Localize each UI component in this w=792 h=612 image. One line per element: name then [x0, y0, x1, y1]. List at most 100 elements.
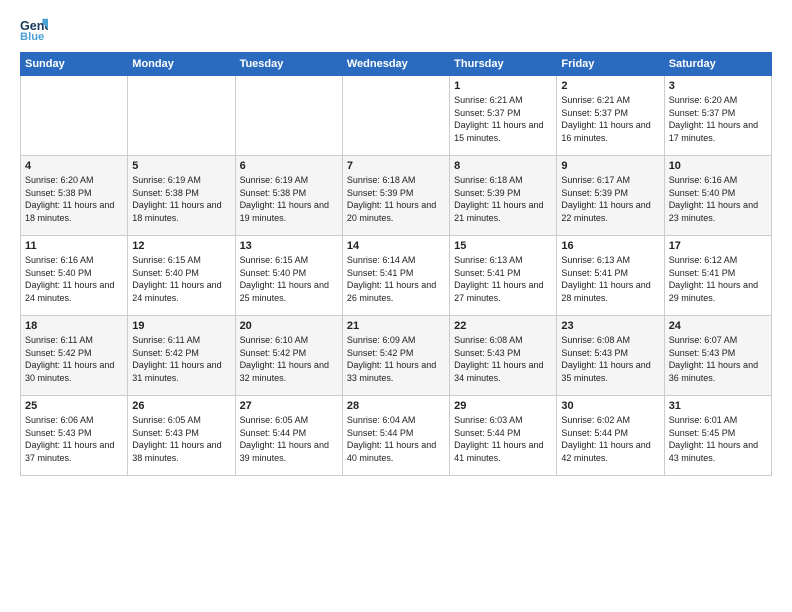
- day-cell: 28 Sunrise: 6:04 AM Sunset: 5:44 PM Dayli…: [342, 396, 449, 476]
- day-cell: 22 Sunrise: 6:08 AM Sunset: 5:43 PM Dayli…: [450, 316, 557, 396]
- header-cell-sunday: Sunday: [21, 53, 128, 76]
- header-cell-friday: Friday: [557, 53, 664, 76]
- day-cell: 15 Sunrise: 6:13 AM Sunset: 5:41 PM Dayli…: [450, 236, 557, 316]
- day-cell: 19 Sunrise: 6:11 AM Sunset: 5:42 PM Dayli…: [128, 316, 235, 396]
- day-cell: 5 Sunrise: 6:19 AM Sunset: 5:38 PM Daylig…: [128, 156, 235, 236]
- day-cell: [235, 76, 342, 156]
- day-cell: 6 Sunrise: 6:19 AM Sunset: 5:38 PM Daylig…: [235, 156, 342, 236]
- day-info: Sunrise: 6:13 AM Sunset: 5:41 PM Dayligh…: [454, 254, 552, 304]
- day-info: Sunrise: 6:08 AM Sunset: 5:43 PM Dayligh…: [561, 334, 659, 384]
- day-number: 23: [561, 320, 659, 332]
- day-info: Sunrise: 6:15 AM Sunset: 5:40 PM Dayligh…: [240, 254, 338, 304]
- day-number: 24: [669, 320, 767, 332]
- day-info: Sunrise: 6:21 AM Sunset: 5:37 PM Dayligh…: [561, 94, 659, 144]
- day-number: 16: [561, 240, 659, 252]
- day-cell: 4 Sunrise: 6:20 AM Sunset: 5:38 PM Daylig…: [21, 156, 128, 236]
- day-cell: 24 Sunrise: 6:07 AM Sunset: 5:43 PM Dayli…: [664, 316, 771, 396]
- day-cell: [128, 76, 235, 156]
- day-number: 1: [454, 80, 552, 92]
- day-info: Sunrise: 6:20 AM Sunset: 5:37 PM Dayligh…: [669, 94, 767, 144]
- day-info: Sunrise: 6:18 AM Sunset: 5:39 PM Dayligh…: [347, 174, 445, 224]
- day-number: 12: [132, 240, 230, 252]
- day-info: Sunrise: 6:16 AM Sunset: 5:40 PM Dayligh…: [669, 174, 767, 224]
- day-info: Sunrise: 6:07 AM Sunset: 5:43 PM Dayligh…: [669, 334, 767, 384]
- day-number: 5: [132, 160, 230, 172]
- day-info: Sunrise: 6:06 AM Sunset: 5:43 PM Dayligh…: [25, 414, 123, 464]
- day-cell: 30Sunrise: 6:02 AM Sunset: 5:44 PM Dayli…: [557, 396, 664, 476]
- day-number: 9: [561, 160, 659, 172]
- header-row: SundayMondayTuesdayWednesdayThursdayFrid…: [21, 53, 772, 76]
- header: General Blue: [20, 16, 772, 44]
- day-cell: 13Sunrise: 6:15 AM Sunset: 5:40 PM Dayli…: [235, 236, 342, 316]
- header-cell-tuesday: Tuesday: [235, 53, 342, 76]
- day-cell: 12 Sunrise: 6:15 AM Sunset: 5:40 PM Dayli…: [128, 236, 235, 316]
- day-info: Sunrise: 6:18 AM Sunset: 5:39 PM Dayligh…: [454, 174, 552, 224]
- day-number: 27: [240, 400, 338, 412]
- day-info: Sunrise: 6:05 AM Sunset: 5:44 PM Dayligh…: [240, 414, 338, 464]
- day-cell: 16Sunrise: 6:13 AM Sunset: 5:41 PM Dayli…: [557, 236, 664, 316]
- day-cell: 31 Sunrise: 6:01 AM Sunset: 5:45 PM Dayli…: [664, 396, 771, 476]
- day-number: 28: [347, 400, 445, 412]
- week-row-2: 11 Sunrise: 6:16 AM Sunset: 5:40 PM Dayli…: [21, 236, 772, 316]
- day-cell: 20Sunrise: 6:10 AM Sunset: 5:42 PM Dayli…: [235, 316, 342, 396]
- day-cell: 7 Sunrise: 6:18 AM Sunset: 5:39 PM Daylig…: [342, 156, 449, 236]
- day-cell: 29Sunrise: 6:03 AM Sunset: 5:44 PM Dayli…: [450, 396, 557, 476]
- day-number: 10: [669, 160, 767, 172]
- day-cell: 2Sunrise: 6:21 AM Sunset: 5:37 PM Daylig…: [557, 76, 664, 156]
- week-row-1: 4 Sunrise: 6:20 AM Sunset: 5:38 PM Daylig…: [21, 156, 772, 236]
- day-cell: 27 Sunrise: 6:05 AM Sunset: 5:44 PM Dayli…: [235, 396, 342, 476]
- day-number: 11: [25, 240, 123, 252]
- calendar-table: SundayMondayTuesdayWednesdayThursdayFrid…: [20, 52, 772, 476]
- day-cell: 1 Sunrise: 6:21 AM Sunset: 5:37 PM Daylig…: [450, 76, 557, 156]
- day-info: Sunrise: 6:08 AM Sunset: 5:43 PM Dayligh…: [454, 334, 552, 384]
- day-number: 4: [25, 160, 123, 172]
- week-row-4: 25Sunrise: 6:06 AM Sunset: 5:43 PM Dayli…: [21, 396, 772, 476]
- day-cell: 21 Sunrise: 6:09 AM Sunset: 5:42 PM Dayli…: [342, 316, 449, 396]
- day-number: 29: [454, 400, 552, 412]
- day-info: Sunrise: 6:04 AM Sunset: 5:44 PM Dayligh…: [347, 414, 445, 464]
- day-number: 21: [347, 320, 445, 332]
- day-number: 8: [454, 160, 552, 172]
- day-cell: 10 Sunrise: 6:16 AM Sunset: 5:40 PM Dayli…: [664, 156, 771, 236]
- day-number: 22: [454, 320, 552, 332]
- day-number: 7: [347, 160, 445, 172]
- header-cell-saturday: Saturday: [664, 53, 771, 76]
- day-cell: 8 Sunrise: 6:18 AM Sunset: 5:39 PM Daylig…: [450, 156, 557, 236]
- logo-icon: General Blue: [20, 16, 48, 44]
- day-info: Sunrise: 6:12 AM Sunset: 5:41 PM Dayligh…: [669, 254, 767, 304]
- day-number: 19: [132, 320, 230, 332]
- day-info: Sunrise: 6:01 AM Sunset: 5:45 PM Dayligh…: [669, 414, 767, 464]
- day-cell: 11 Sunrise: 6:16 AM Sunset: 5:40 PM Dayli…: [21, 236, 128, 316]
- day-cell: 23 Sunrise: 6:08 AM Sunset: 5:43 PM Dayli…: [557, 316, 664, 396]
- day-cell: 17 Sunrise: 6:12 AM Sunset: 5:41 PM Dayli…: [664, 236, 771, 316]
- week-row-0: 1 Sunrise: 6:21 AM Sunset: 5:37 PM Daylig…: [21, 76, 772, 156]
- day-info: Sunrise: 6:11 AM Sunset: 5:42 PM Dayligh…: [132, 334, 230, 384]
- calendar-page: General Blue SundayMondayTuesdayWednesda…: [0, 0, 792, 612]
- header-cell-monday: Monday: [128, 53, 235, 76]
- day-cell: [342, 76, 449, 156]
- day-info: Sunrise: 6:19 AM Sunset: 5:38 PM Dayligh…: [132, 174, 230, 224]
- day-info: Sunrise: 6:16 AM Sunset: 5:40 PM Dayligh…: [25, 254, 123, 304]
- day-number: 15: [454, 240, 552, 252]
- day-info: Sunrise: 6:09 AM Sunset: 5:42 PM Dayligh…: [347, 334, 445, 384]
- day-info: Sunrise: 6:10 AM Sunset: 5:42 PM Dayligh…: [240, 334, 338, 384]
- day-info: Sunrise: 6:19 AM Sunset: 5:38 PM Dayligh…: [240, 174, 338, 224]
- day-number: 6: [240, 160, 338, 172]
- day-cell: 18 Sunrise: 6:11 AM Sunset: 5:42 PM Dayli…: [21, 316, 128, 396]
- day-cell: 9Sunrise: 6:17 AM Sunset: 5:39 PM Daylig…: [557, 156, 664, 236]
- day-cell: 3Sunrise: 6:20 AM Sunset: 5:37 PM Daylig…: [664, 76, 771, 156]
- day-info: Sunrise: 6:21 AM Sunset: 5:37 PM Dayligh…: [454, 94, 552, 144]
- week-row-3: 18 Sunrise: 6:11 AM Sunset: 5:42 PM Dayli…: [21, 316, 772, 396]
- header-cell-wednesday: Wednesday: [342, 53, 449, 76]
- svg-text:Blue: Blue: [20, 31, 44, 43]
- day-info: Sunrise: 6:11 AM Sunset: 5:42 PM Dayligh…: [25, 334, 123, 384]
- day-cell: [21, 76, 128, 156]
- day-number: 17: [669, 240, 767, 252]
- day-info: Sunrise: 6:02 AM Sunset: 5:44 PM Dayligh…: [561, 414, 659, 464]
- day-info: Sunrise: 6:15 AM Sunset: 5:40 PM Dayligh…: [132, 254, 230, 304]
- day-cell: 25Sunrise: 6:06 AM Sunset: 5:43 PM Dayli…: [21, 396, 128, 476]
- day-number: 18: [25, 320, 123, 332]
- header-cell-thursday: Thursday: [450, 53, 557, 76]
- day-info: Sunrise: 6:20 AM Sunset: 5:38 PM Dayligh…: [25, 174, 123, 224]
- day-number: 31: [669, 400, 767, 412]
